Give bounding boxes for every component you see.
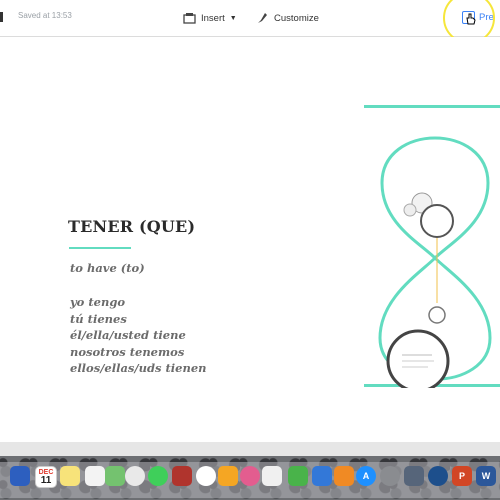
customize-label: Customize [274,12,319,24]
grapher-icon[interactable] [404,466,424,486]
conjugation-item: tú tienes [70,311,127,326]
insert-label: Insert [201,12,225,24]
saved-status: Saved at 13:53 [18,11,72,20]
dock-app-icon[interactable] [10,466,30,486]
word-icon[interactable]: W [476,466,496,486]
conjugation-item: ellos/ellas/uds tienen [70,361,207,375]
calendar-icon[interactable]: DEC 11 [35,466,57,488]
insert-icon [183,13,196,24]
photos-app-icon[interactable] [196,466,216,486]
reminders-icon[interactable] [85,466,105,486]
top-toolbar: Saved at 13:53 Insert ▼ Customize Pre [0,0,500,44]
conjugation-list: yo tengo tú tienes él/ella/usted tiene n… [70,294,207,377]
messages-icon[interactable] [148,466,168,486]
books-icon[interactable] [334,466,354,486]
photos-icon[interactable] [125,466,145,486]
insert-button[interactable]: Insert ▼ [183,10,237,26]
macos-dock: DEC 11 A P W [0,456,500,500]
itunes-icon[interactable] [240,466,260,486]
slide-title: TENER (QUE) [68,217,196,236]
pages-icon[interactable] [218,466,238,486]
quicktime-icon[interactable] [428,466,448,486]
chevron-down-icon: ▼ [229,14,237,22]
canvas-footer [0,442,500,456]
photobooth-icon[interactable] [172,466,192,486]
conjugation-item: él/ella/usted tiene [70,328,186,342]
menu-edge-icon[interactable] [0,12,3,22]
system-preferences-icon[interactable] [380,466,400,486]
slide-subtitle: to have (to) [70,261,145,275]
hand-cursor-icon [466,13,476,25]
title-underline [69,247,131,249]
powerpoint-icon[interactable]: P [452,466,472,486]
customize-button[interactable]: Customize [256,10,319,26]
textedit-icon[interactable] [262,466,282,486]
app-store-icon[interactable]: A [356,466,376,486]
brush-icon [258,13,267,23]
calendar-day: 11 [40,474,52,486]
conjugation-item: nosotros tenemos [70,344,185,359]
maps-icon[interactable] [105,466,125,486]
notes-icon[interactable] [60,466,80,486]
conjugation-item: yo tengo [70,295,126,309]
presentation-canvas[interactable]: TENER (QUE) to have (to) yo tengo tú tie… [0,37,500,442]
hourglass-graphic [378,136,492,388]
numbers-icon[interactable] [288,466,308,486]
keynote-icon[interactable] [312,466,332,486]
